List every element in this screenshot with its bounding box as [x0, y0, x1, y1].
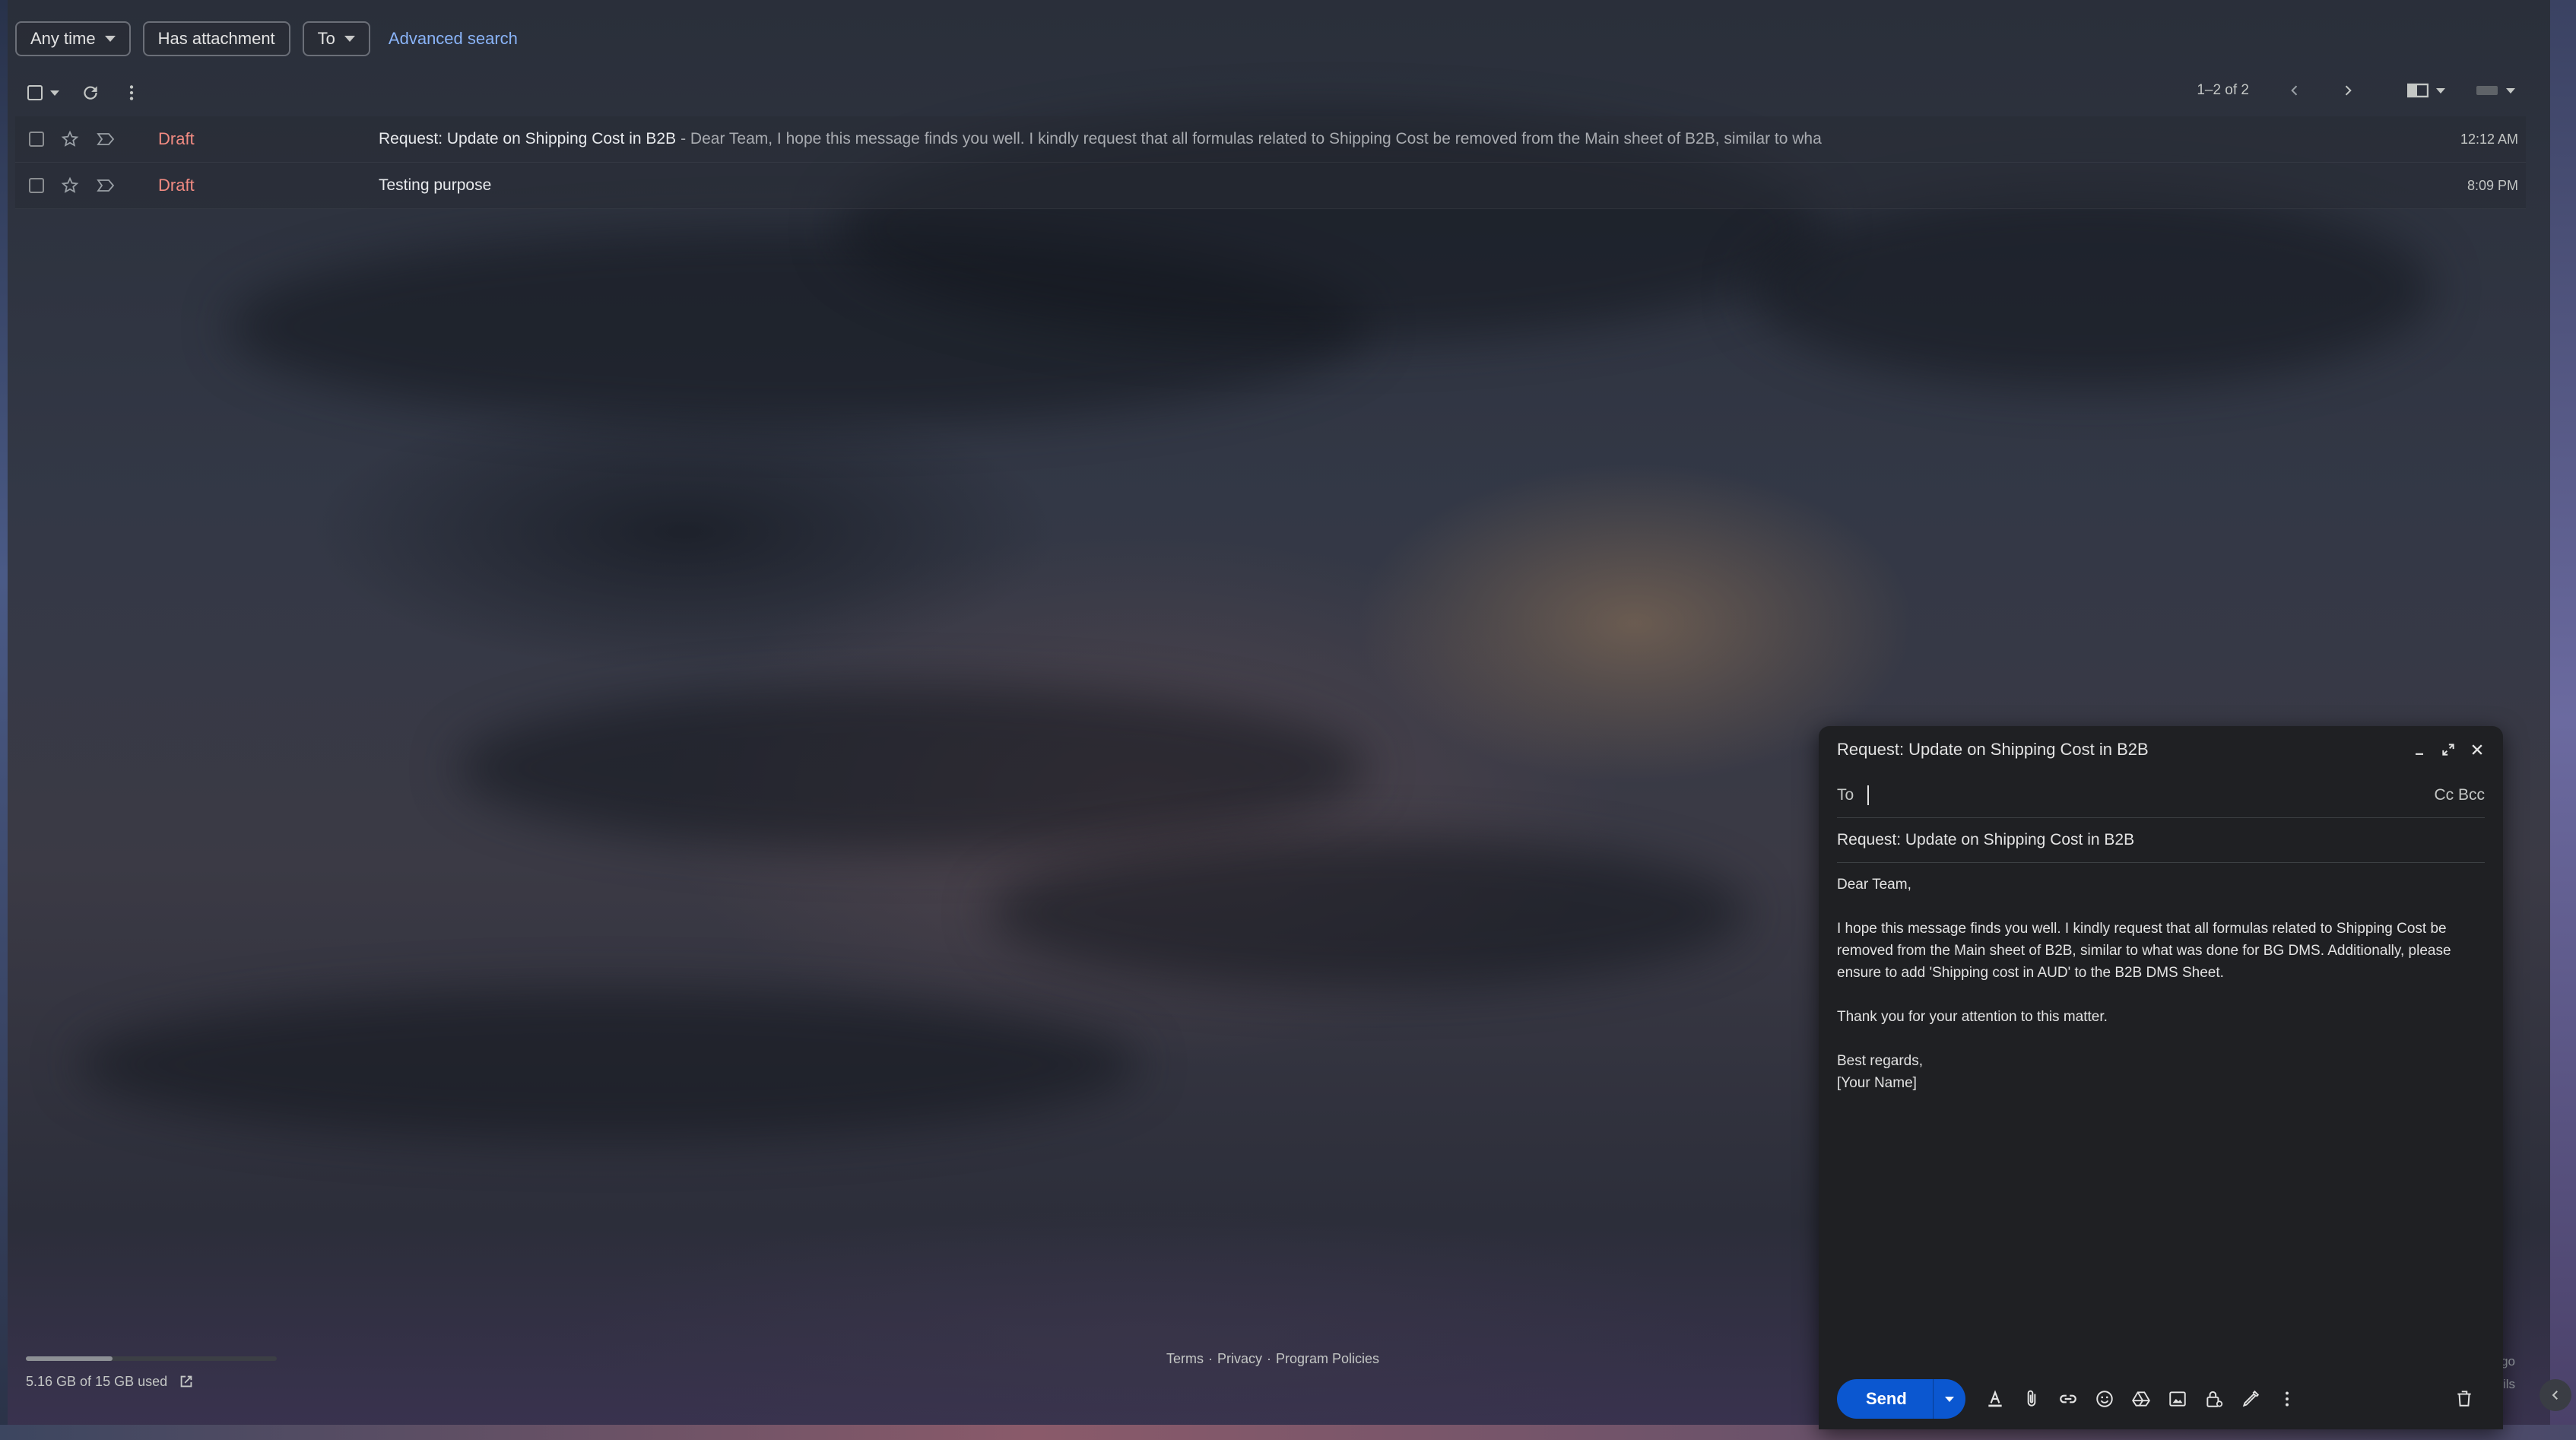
chevron-down-icon [1944, 1396, 1954, 1402]
insert-link-icon[interactable] [2058, 1389, 2078, 1409]
filter-any-time-label: Any time [30, 29, 96, 48]
table-row[interactable]: Draft Request: Update on Shipping Cost i… [15, 116, 2526, 163]
cloud-shape [76, 988, 1140, 1140]
chevron-down-icon [104, 36, 116, 42]
compose-title: Request: Update on Shipping Cost in B2B [1837, 740, 2149, 759]
storage-usage-fill [26, 1356, 113, 1361]
draft-label: Draft [158, 176, 195, 195]
insert-photo-icon[interactable] [2168, 1389, 2187, 1409]
body-paragraph: Thank you for your attention to this mat… [1837, 1009, 2108, 1025]
confidential-mode-icon[interactable] [2204, 1389, 2224, 1409]
compose-toolbar: Send [1837, 1376, 2485, 1422]
refresh-icon[interactable] [81, 83, 100, 103]
signature-icon[interactable] [2241, 1389, 2260, 1409]
body-signoff: Best regards, [1837, 1053, 1923, 1069]
search-filter-chips: Any time Has attachment To Advanced sear… [15, 20, 518, 58]
fullscreen-icon[interactable] [2441, 742, 2456, 757]
attach-file-icon[interactable] [2022, 1389, 2041, 1409]
minimize-icon[interactable] [2412, 742, 2427, 757]
cloud-shape [988, 836, 1749, 988]
pagination: 1–2 of 2 [2197, 82, 2356, 99]
row-controls [29, 130, 158, 148]
chevron-down-icon [344, 36, 355, 42]
message-body[interactable]: Dear Team, I hope this message finds you… [1819, 863, 2501, 1105]
recipients-field[interactable]: To Cc Bcc [1837, 773, 2485, 818]
emoji-icon[interactable] [2095, 1389, 2114, 1409]
compose-window: Request: Update on Shipping Cost in B2B … [1819, 726, 2503, 1429]
close-icon[interactable] [2470, 742, 2485, 757]
row-checkbox[interactable] [29, 178, 44, 193]
separator: · [1208, 1351, 1213, 1366]
star-icon[interactable] [61, 130, 79, 148]
list-toolbar [27, 81, 141, 105]
email-subject: Request: Update on Shipping Cost in B2B [379, 130, 677, 147]
subject-field[interactable]: Request: Update on Shipping Cost in B2B [1837, 818, 2485, 863]
row-checkbox[interactable] [29, 132, 44, 147]
compose-format-icons [1985, 1389, 2297, 1409]
drive-icon[interactable] [2131, 1389, 2151, 1409]
filter-to[interactable]: To [302, 21, 370, 56]
cc-bcc-link[interactable]: Cc Bcc [2434, 786, 2485, 804]
program-policies-link[interactable]: Program Policies [1276, 1351, 1379, 1367]
star-icon[interactable] [61, 176, 79, 195]
cloud-shape [456, 684, 1369, 852]
email-time: 12:12 AM [2460, 131, 2518, 147]
view-toggles [2407, 82, 2515, 99]
draft-label: Draft [158, 129, 195, 148]
filter-has-attachment[interactable]: Has attachment [142, 21, 290, 56]
storage-info: 5.16 GB of 15 GB used [26, 1373, 195, 1390]
chevron-left-icon [2552, 1391, 2558, 1400]
email-list: Draft Request: Update on Shipping Cost i… [15, 116, 2526, 209]
email-subject: Testing purpose [379, 176, 492, 194]
compose-window-controls [2412, 742, 2485, 757]
privacy-link[interactable]: Privacy [1217, 1351, 1262, 1367]
chevron-right-icon[interactable] [2340, 83, 2356, 98]
separator: · [1267, 1351, 1272, 1366]
split-pane-icon [2407, 83, 2428, 98]
chevron-down-icon [2436, 87, 2445, 94]
keyboard-icon [2476, 86, 2498, 95]
cloud-shape [1749, 190, 2433, 388]
row-controls [29, 176, 158, 195]
importance-marker-icon[interactable] [96, 131, 116, 147]
select-all-checkbox[interactable] [27, 85, 43, 100]
select-all-control[interactable] [27, 85, 59, 100]
more-vertical-icon[interactable] [122, 83, 141, 103]
send-button-group: Send [1837, 1379, 1965, 1419]
to-label: To [1837, 786, 1854, 804]
more-options-icon[interactable] [2277, 1389, 2297, 1409]
storage-text: 5.16 GB of 15 GB used [26, 1373, 168, 1389]
send-options-button[interactable] [1934, 1379, 1965, 1419]
chevron-down-icon [2506, 87, 2515, 94]
open-in-new-icon[interactable] [178, 1373, 195, 1390]
body-name: [Your Name] [1837, 1075, 1917, 1091]
importance-marker-icon[interactable] [96, 177, 116, 194]
subject-input[interactable]: Request: Update on Shipping Cost in B2B [1837, 831, 2134, 849]
compose-header[interactable]: Request: Update on Shipping Cost in B2B [1819, 726, 2503, 773]
send-button[interactable]: Send [1837, 1379, 1934, 1419]
advanced-search-link[interactable]: Advanced search [389, 29, 518, 49]
window-frame-right [2550, 0, 2576, 1440]
filter-has-attachment-label: Has attachment [157, 29, 275, 48]
chevron-left-icon[interactable] [2287, 83, 2302, 98]
chevron-down-icon[interactable] [50, 90, 59, 96]
body-paragraph: I hope this message finds you well. I ki… [1837, 921, 2451, 981]
terms-link[interactable]: Terms [1166, 1351, 1204, 1367]
side-panel-toggle[interactable] [2540, 1379, 2571, 1411]
filter-to-label: To [317, 29, 335, 48]
discard-draft-icon[interactable] [2454, 1388, 2474, 1408]
table-row[interactable]: Draft Testing purpose 8:09 PM [15, 163, 2526, 209]
split-pane-toggle[interactable] [2407, 82, 2445, 99]
footer-links: Terms · Privacy · Program Policies [1166, 1351, 1379, 1367]
storage-usage-bar [26, 1356, 277, 1361]
formatting-options-icon[interactable] [1985, 1389, 2005, 1409]
email-time: 8:09 PM [2467, 177, 2518, 193]
input-tools-toggle[interactable] [2476, 84, 2515, 97]
body-greeting: Dear Team, [1837, 877, 1911, 893]
text-cursor [1867, 785, 1869, 805]
filter-any-time[interactable]: Any time [15, 21, 131, 56]
window-frame-left [0, 0, 8, 1440]
email-snippet: - Dear Team, I hope this message finds y… [680, 130, 1822, 147]
pagination-count: 1–2 of 2 [2197, 82, 2249, 98]
